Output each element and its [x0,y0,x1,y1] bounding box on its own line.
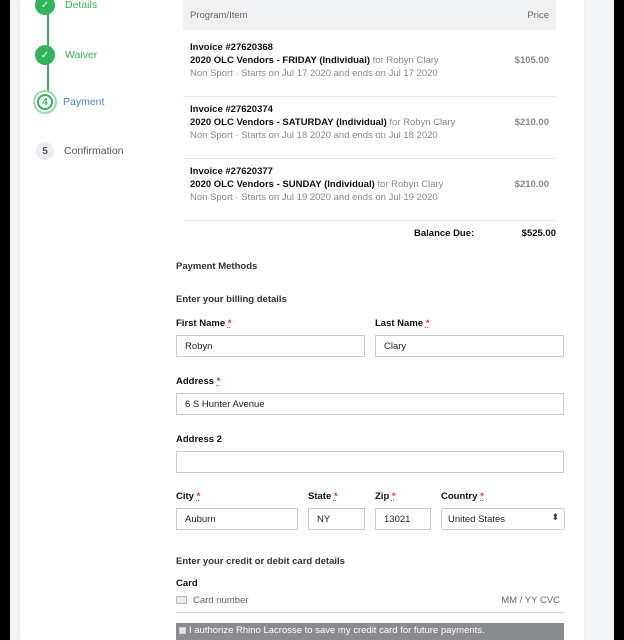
zip-field[interactable]: 13021 [375,508,431,530]
step-waiver[interactable]: ✓ Waiver [35,45,97,65]
payment-methods-heading: Payment Methods [176,261,258,272]
city-field[interactable]: Auburn [176,508,298,530]
step-number: 5 [36,142,54,160]
invoice-item: 2020 OLC Vendors - SATURDAY (Individual)… [190,117,456,128]
required-mark: * [227,318,232,329]
authorize-save-card[interactable]: I authorize Rhino Lacrosse to save my cr… [176,623,564,640]
invoice-price: $210.00 [514,179,549,190]
table-row: Invoice #27620377 2020 OLC Vendors - SUN… [183,159,556,221]
invoice-price: $210.00 [514,117,549,128]
step-number: 4 [37,94,53,110]
step-label: Confirmation [64,145,124,157]
required-mark: * [216,376,221,387]
address-label: Address * [176,376,221,387]
address2-label: Address 2 [176,434,222,445]
authorize-checkbox[interactable] [179,627,186,634]
balance-value: $525.00 [521,228,556,239]
step-details[interactable]: ✓ Details [35,0,97,15]
required-mark: * [425,318,430,329]
zip-label: Zip * [375,491,396,502]
city-label: City * [176,491,201,502]
invoice-number: Invoice #27620374 [190,104,273,115]
check-icon: ✓ [35,45,55,65]
step-label: Waiver [65,49,98,61]
address-field[interactable]: 6 S Hunter Avenue [176,393,564,415]
required-mark: * [480,491,484,502]
table-header: Program/Item Price [183,0,556,30]
step-label: Details [65,0,98,11]
invoice-number: Invoice #27620368 [190,42,273,53]
invoice-meta: Non Sport · Starts on Jul 19 2020 and en… [190,192,438,203]
required-mark: * [333,491,338,502]
table-row: Invoice #27620368 2020 OLC Vendors - FRI… [183,35,556,97]
country-select-value: United States [448,514,506,525]
invoice-meta: Non Sport · Starts on Jul 18 2020 and en… [190,130,438,141]
card-number-placeholder: Card number [193,595,249,606]
country-select[interactable]: United States ⬍ [441,508,565,530]
column-header-item: Program/Item [190,10,248,21]
country-label: Country * [441,491,484,502]
billing-heading: Enter your billing details [176,294,287,305]
invoice-price: $105.00 [514,55,549,66]
step-confirmation[interactable]: 5 Confirmation [36,142,124,160]
right-window-edge [614,0,624,640]
updown-chevron-icon: ⬍ [551,512,559,522]
expiry-cvc-placeholder: MM / YY CVC [501,595,560,606]
step-payment[interactable]: 4 Payment [37,94,104,110]
column-header-price: Price [527,10,549,21]
balance-label: Balance Due: [414,228,475,239]
required-mark: * [196,491,201,502]
state-field[interactable]: NY [308,508,365,530]
card-label: Card [176,578,198,589]
invoice-item: 2020 OLC Vendors - FRIDAY (Individual) f… [190,55,439,66]
check-icon: ✓ [35,0,55,15]
first-name-field[interactable]: Robyn [176,335,365,357]
invoice-item: 2020 OLC Vendors - SUNDAY (Individual) f… [190,179,444,190]
state-label: State * [308,491,338,502]
step-label: Payment [63,96,105,108]
card-number-field[interactable]: Card number MM / YY CVC [176,591,564,613]
left-window-edge [0,0,10,640]
card-details-heading: Enter your credit or debit card details [176,556,345,567]
authorize-label: I authorize Rhino Lacrosse to save my cr… [189,625,485,636]
first-name-label: First Name * [176,318,232,329]
last-name-field[interactable]: Clary [375,335,564,357]
credit-card-icon [176,596,187,604]
invoice-meta: Non Sport · Starts on Jul 17 2020 and en… [190,68,438,79]
required-mark: * [391,491,396,502]
table-row: Invoice #27620374 2020 OLC Vendors - SAT… [183,97,556,159]
last-name-label: Last Name * [375,318,430,329]
address2-field[interactable] [176,451,564,473]
stepper-connector [47,64,49,92]
invoice-number: Invoice #27620377 [190,166,273,177]
